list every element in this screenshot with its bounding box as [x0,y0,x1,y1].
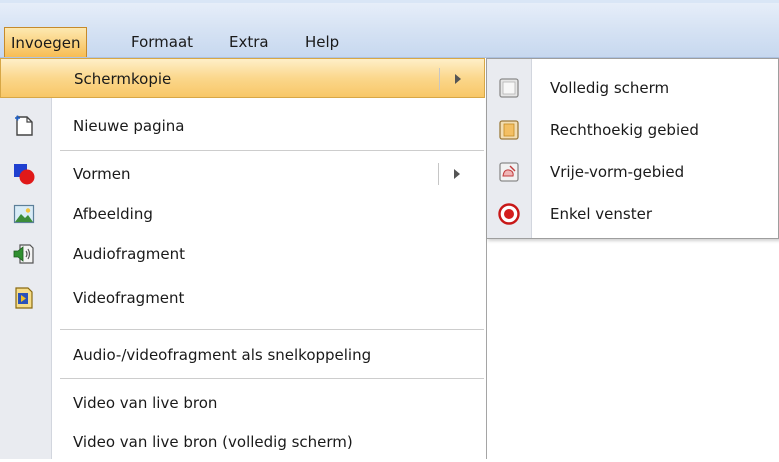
freeform-area-icon [497,160,521,184]
single-window-icon [497,202,521,226]
menu-item-label: Nieuwe pagina [73,117,185,135]
menu-item-label: Vormen [73,165,131,183]
menu-item-audiofragment[interactable]: Audiofragment [0,234,485,274]
submenu-item-vrije-vorm-gebied[interactable]: Vrije-vorm-gebied [487,151,778,193]
menu-extra[interactable]: Extra [229,27,269,57]
menu-separator [60,329,484,330]
submenu-item-label: Rechthoekig gebied [550,121,699,139]
menu-separator [60,378,484,379]
menu-item-video-live-bron-volledig[interactable]: Video van live bron (volledig scherm) [0,422,485,462]
shapes-icon [12,162,36,186]
submenu-divider [438,163,439,185]
picture-icon [12,202,36,226]
rectangle-area-icon [497,118,521,142]
audio-icon [12,242,36,266]
menu-item-afbeelding[interactable]: Afbeelding [0,194,485,234]
submenu-item-label: Volledig scherm [550,79,670,97]
submenu-arrow-icon [454,169,460,179]
menu-item-schermkopie[interactable]: Schermkopie [0,58,485,98]
menu-item-nieuwe-pagina[interactable]: Nieuwe pagina [0,106,485,146]
submenu-item-enkel-venster[interactable]: Enkel venster [487,193,778,235]
submenu-divider [439,68,440,90]
schermkopie-submenu: Volledig scherm Rechthoekig gebied Vrije… [486,58,779,239]
menu-item-videofragment[interactable]: Videofragment [0,278,485,318]
submenu-item-volledig-scherm[interactable]: Volledig scherm [487,67,778,109]
submenu-item-label: Vrije-vorm-gebied [550,163,685,181]
submenu-arrow-icon [455,74,461,84]
menu-item-audio-video-snelkoppeling[interactable]: Audio-/videofragment als snelkoppeling [0,335,485,375]
menu-item-label: Video van live bron (volledig scherm) [73,433,353,451]
submenu-item-label: Enkel venster [550,205,653,223]
menu-separator [60,150,484,151]
menu-item-vormen[interactable]: Vormen [0,154,485,194]
menu-invoegen[interactable]: Invoegen [4,27,88,57]
menu-help[interactable]: Help [305,27,339,57]
new-page-icon [12,114,36,138]
menu-item-video-live-bron[interactable]: Video van live bron [0,383,485,423]
menu-item-label: Video van live bron [73,394,218,412]
menu-item-label: Audiofragment [73,245,186,263]
full-screen-icon [497,76,521,100]
menu-formaat[interactable]: Formaat [131,27,193,57]
menu-item-label: Audio-/videofragment als snelkoppeling [73,346,372,364]
menu-item-label: Videofragment [73,289,185,307]
menu-item-label: Afbeelding [73,205,153,223]
video-icon [12,286,36,310]
menu-bar: Invoegen Formaat Extra Help [0,3,779,57]
submenu-item-rechthoekig-gebied[interactable]: Rechthoekig gebied [487,109,778,151]
invoegen-dropdown: Schermkopie Nieuwe pagina Vormen Afbeeld… [0,58,487,459]
menu-item-label: Schermkopie [74,70,172,88]
